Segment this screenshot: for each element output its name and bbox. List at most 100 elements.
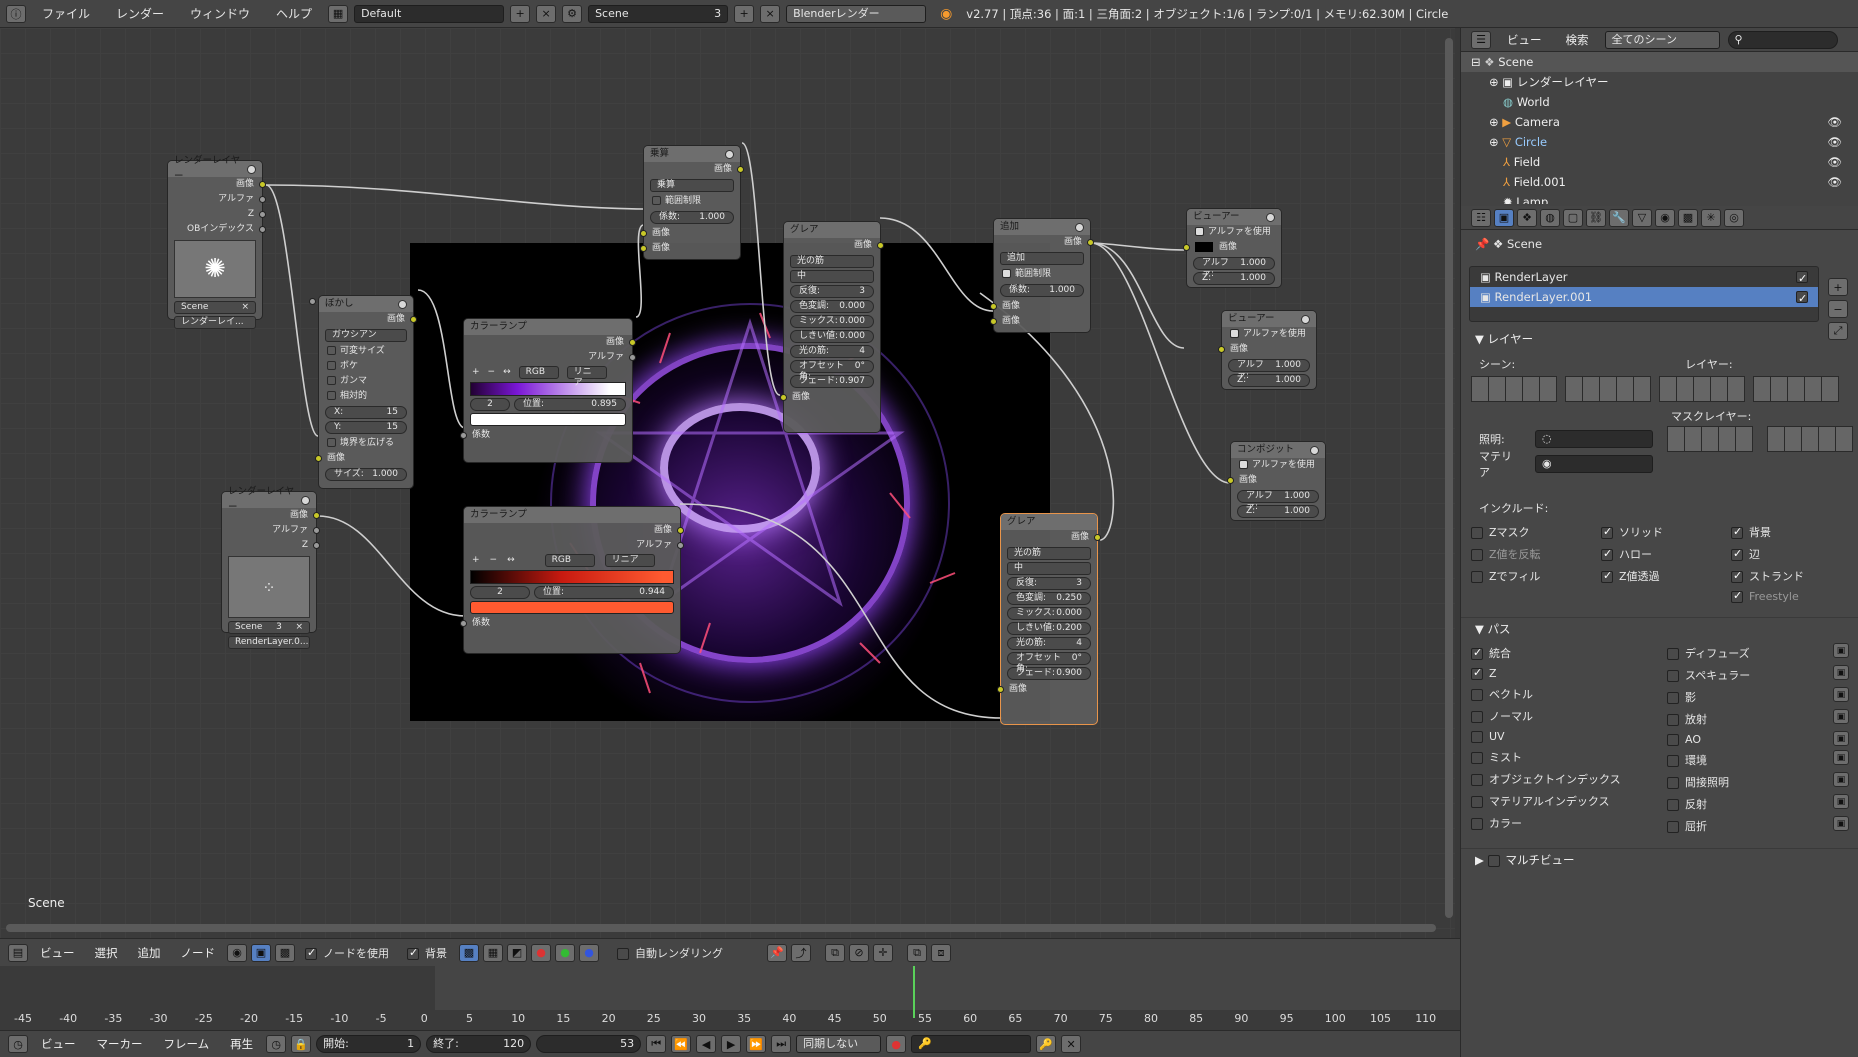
node-color-ramp-2[interactable]: カラーランプ 画像 アルファ + − ↔ RGB リニア 2 位置: 0.944 係数 — [460, 506, 684, 654]
checkbox[interactable] — [1731, 547, 1743, 561]
option-extend-bounds[interactable]: 境界を広げる — [319, 436, 413, 451]
z-field[interactable]: Z: 1.000 — [1193, 272, 1275, 285]
option-clamp[interactable]: 範囲制限 — [644, 194, 740, 209]
light-override-field[interactable]: ◌ — [1535, 430, 1653, 448]
checkbox[interactable] — [1601, 525, 1613, 539]
blend-mode-select[interactable]: 追加 — [1000, 252, 1084, 265]
input-socket[interactable] — [997, 686, 1004, 693]
node-add[interactable]: 追加 画像 追加 範囲制限 係数: 1.000 画像 画像 — [990, 218, 1094, 333]
checkbox[interactable] — [1195, 227, 1204, 236]
remove-stop-icon[interactable]: − — [490, 553, 498, 568]
current-frame-field[interactable]: 53 — [536, 1035, 642, 1053]
exclude-pass-icon[interactable]: ▣ — [1833, 643, 1849, 658]
image-color-swatch[interactable] — [1195, 241, 1213, 252]
node-render-layers-2[interactable]: レンダーレイヤー 画像 アルファ Z ⁘ Scene 3 × RenderLayer… — [221, 486, 320, 649]
include-option[interactable]: Z値を反転 — [1471, 546, 1601, 562]
layer-options-icon[interactable]: ⤢ — [1828, 322, 1848, 340]
output-socket[interactable] — [877, 242, 884, 249]
backdrop-alpha-icon[interactable]: ▦ — [483, 943, 503, 962]
input-socket[interactable] — [460, 620, 467, 627]
checkbox[interactable] — [1731, 525, 1743, 539]
stop-position-field[interactable]: 位置: 0.944 — [534, 586, 674, 599]
record-icon[interactable]: ● — [886, 1035, 907, 1053]
z-field[interactable]: Z: 1.000 — [1237, 505, 1319, 518]
outliner-item-circle[interactable]: ⊕ ▽ Circle 👁 — [1461, 132, 1858, 152]
exclude-pass-icon[interactable]: ▣ — [1833, 687, 1849, 702]
enable-checkbox[interactable] — [1796, 289, 1808, 309]
node-header[interactable]: カラーランプ — [464, 507, 680, 523]
include-option[interactable]: Z値透過 — [1601, 568, 1731, 584]
option-use-alpha[interactable]: アルファを使用 — [1187, 225, 1281, 240]
menu-node[interactable]: ノード — [173, 945, 224, 961]
menu-window[interactable]: ウィンドウ — [180, 5, 260, 22]
passes-section-header[interactable]: ▼ パス — [1461, 617, 1858, 639]
checkbox[interactable] — [327, 391, 336, 400]
output-socket[interactable] — [1087, 239, 1094, 246]
menu-help[interactable]: ヘルプ — [266, 5, 322, 22]
output-socket[interactable] — [259, 226, 266, 233]
outliner-item-scene[interactable]: ⊟ ❖ Scene — [1461, 52, 1858, 72]
insert-keyframe-icon[interactable]: 🔑 — [1036, 1035, 1057, 1053]
checkbox[interactable] — [1471, 818, 1483, 830]
checkbox[interactable] — [1667, 777, 1679, 789]
interpolation-select[interactable]: リニア — [604, 554, 655, 567]
option-use-alpha[interactable]: アルファを使用 — [1222, 327, 1316, 342]
data-tab-icon[interactable]: ▽ — [1632, 208, 1652, 227]
enable-checkbox[interactable] — [1796, 269, 1808, 289]
node-editor[interactable]: レンダーレイヤー 画像 アルファ Z OBインデックス ✺ Scene × レンダ… — [0, 28, 1455, 938]
exclude-pass-icon[interactable]: ▣ — [1833, 709, 1849, 724]
pin-icon[interactable]: 📌 — [767, 943, 787, 962]
layer-selector[interactable]: RenderLayer.0... — [228, 636, 310, 649]
glare-type-select[interactable]: 光の筋 — [1007, 547, 1091, 560]
checkbox[interactable] — [1471, 549, 1483, 561]
pass-option[interactable]: オブジェクトインデックス — [1471, 771, 1667, 787]
scene-layer-grid-2[interactable] — [1565, 376, 1651, 402]
checkbox[interactable] — [1471, 796, 1483, 808]
remove-stop-icon[interactable]: − — [488, 365, 496, 380]
render-layer-list[interactable]: ▣ RenderLayer ▣ RenderLayer.001 — [1469, 266, 1819, 322]
pin-icon[interactable]: 📌 — [1475, 237, 1489, 251]
blur-x-field[interactable]: X: 15 — [325, 406, 407, 419]
particles-tab-icon[interactable]: ✳ — [1701, 208, 1721, 227]
menu-view[interactable]: ビュー — [1499, 32, 1550, 48]
lock-icon[interactable]: 🔒 — [291, 1035, 312, 1053]
color-modulation-field[interactable]: 色変調: 0.250 — [1007, 592, 1091, 605]
jump-keyframe-forward-icon[interactable]: ⏩ — [746, 1035, 767, 1053]
add-layout-icon[interactable]: + — [510, 4, 531, 23]
remove-layout-icon[interactable]: × — [536, 4, 557, 23]
menu-marker[interactable]: マーカー — [89, 1036, 151, 1052]
checkbox[interactable] — [1601, 547, 1613, 561]
exclude-pass-icon[interactable]: ▣ — [1833, 794, 1849, 809]
color-mode-select[interactable]: RGB — [544, 554, 595, 567]
pass-option[interactable]: 統合 — [1471, 645, 1667, 661]
size-field[interactable]: サイズ: 1.000 — [309, 298, 407, 481]
flip-icon[interactable]: ↔ — [503, 365, 511, 380]
snap-target-icon[interactable]: ✛ — [873, 943, 893, 962]
checkbox[interactable] — [1731, 589, 1743, 603]
node-preview-icon[interactable] — [1301, 314, 1310, 324]
node-viewer-2[interactable]: ビューアー アルファを使用 画像 アルファ: 1.000 Z: 1.000 — [1218, 310, 1317, 390]
menu-file[interactable]: ファイル — [32, 5, 100, 22]
backdrop-rgb-icon[interactable]: ◩ — [507, 943, 527, 962]
include-option[interactable]: Freestyle — [1731, 589, 1841, 603]
pass-option[interactable]: ベクトル — [1471, 686, 1667, 702]
checkbox[interactable] — [1667, 714, 1679, 726]
input-socket[interactable] — [780, 394, 787, 401]
checkbox[interactable] — [1601, 569, 1613, 583]
scene-select[interactable]: Scene 3 — [588, 4, 729, 23]
editor-type-node-icon[interactable]: ▤ — [8, 943, 28, 962]
red-channel-icon[interactable]: ● — [531, 943, 551, 962]
node-composite[interactable]: コンポジット アルファを使用 画像 アルファ: 1.000 Z: 1.000 — [1227, 441, 1326, 521]
mask-layer-grid-1[interactable] — [1667, 426, 1753, 452]
include-option[interactable]: 背景 — [1731, 524, 1841, 540]
factor-field[interactable]: 係数: 1.000 — [650, 211, 734, 224]
blue-channel-icon[interactable]: ● — [579, 943, 599, 962]
checkbox[interactable] — [1002, 269, 1011, 278]
checkbox[interactable] — [305, 946, 317, 960]
checkbox[interactable] — [1667, 670, 1679, 682]
input-socket[interactable] — [315, 455, 322, 462]
constraints-tab-icon[interactable]: ⛓ — [1586, 208, 1606, 227]
stop-index-field[interactable]: 2 — [470, 586, 530, 599]
preview-range-icon[interactable]: ◷ — [266, 1035, 287, 1053]
use-nodes-toggle[interactable]: ノードを使用 — [305, 945, 389, 961]
